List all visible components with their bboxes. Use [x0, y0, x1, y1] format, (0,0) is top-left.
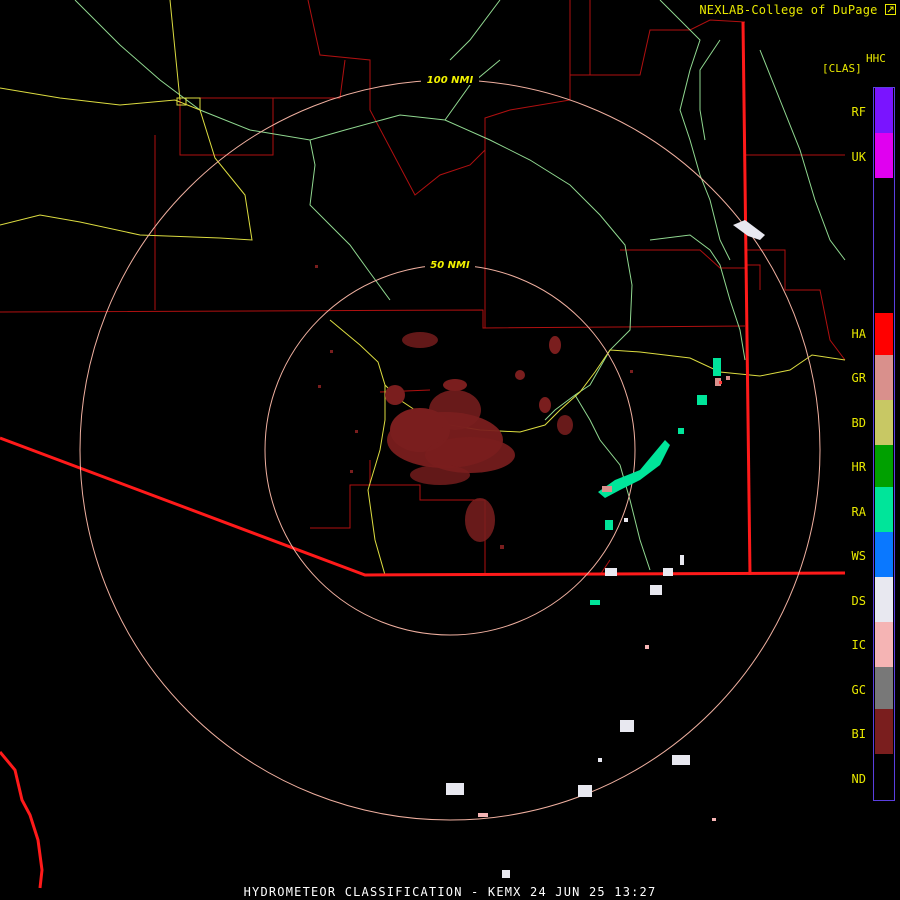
radar-map: 50 NMI 100 NMI — [0, 0, 846, 889]
legend-swatch-gr — [875, 355, 893, 400]
legend-swatch-rf — [875, 88, 893, 133]
legend-swatch-ds — [875, 577, 893, 622]
legend-label-rf: RF — [851, 105, 866, 119]
legend-label-gr: GR — [851, 371, 866, 385]
echo-biological — [315, 265, 633, 549]
legend-label-ic: IC — [851, 638, 866, 652]
credit-label: NEXLAB-College of DuPage — [699, 3, 896, 17]
legend-label-gc: GC — [851, 683, 866, 697]
echo-rain — [590, 358, 721, 605]
county-lines — [0, 0, 846, 576]
legend-label-bd: BD — [851, 416, 866, 430]
legend-swatch-bi — [875, 709, 893, 754]
legend-swatch-hr — [875, 445, 893, 487]
legend-swatch-ws — [875, 532, 893, 577]
legend-label-bi: BI — [851, 727, 866, 741]
legend-colorbar — [873, 87, 895, 801]
range-label-50: 50 NMI — [430, 260, 470, 271]
legend-swatch-uk — [875, 133, 893, 178]
legend-label-hr: HR — [851, 460, 866, 474]
product-title: HYDROMETEOR CLASSIFICATION - KEMX 24 JUN… — [243, 885, 657, 899]
echo-hail — [719, 381, 722, 384]
legend-label-ds: DS — [851, 594, 866, 608]
legend-label-nd: ND — [851, 772, 866, 786]
legend-label-ra: RA — [851, 505, 866, 519]
legend-swatch-ic — [875, 622, 893, 667]
range-label-100: 100 NMI — [427, 75, 474, 86]
legend-swatch-ra — [875, 487, 893, 532]
product-code: HHC — [866, 52, 886, 65]
echo-graupel — [602, 376, 730, 492]
legend-swatch-bd — [875, 400, 893, 445]
legend-label-uk: UK — [851, 150, 866, 164]
external-link-icon[interactable] — [885, 4, 896, 15]
credit-text: NEXLAB-College of DuPage — [699, 3, 878, 17]
legend-swatch-nd — [875, 754, 893, 799]
legend-swatch-ha — [875, 313, 893, 355]
product-subcode: [CLAS] — [822, 62, 862, 75]
legend-swatch-gc — [875, 667, 893, 709]
legend-label-ha: HA — [851, 327, 866, 341]
echo-ice-crystals — [478, 645, 716, 821]
legend-label-ws: WS — [851, 549, 866, 563]
echo-dry-snow — [446, 220, 765, 878]
highways — [0, 0, 846, 576]
